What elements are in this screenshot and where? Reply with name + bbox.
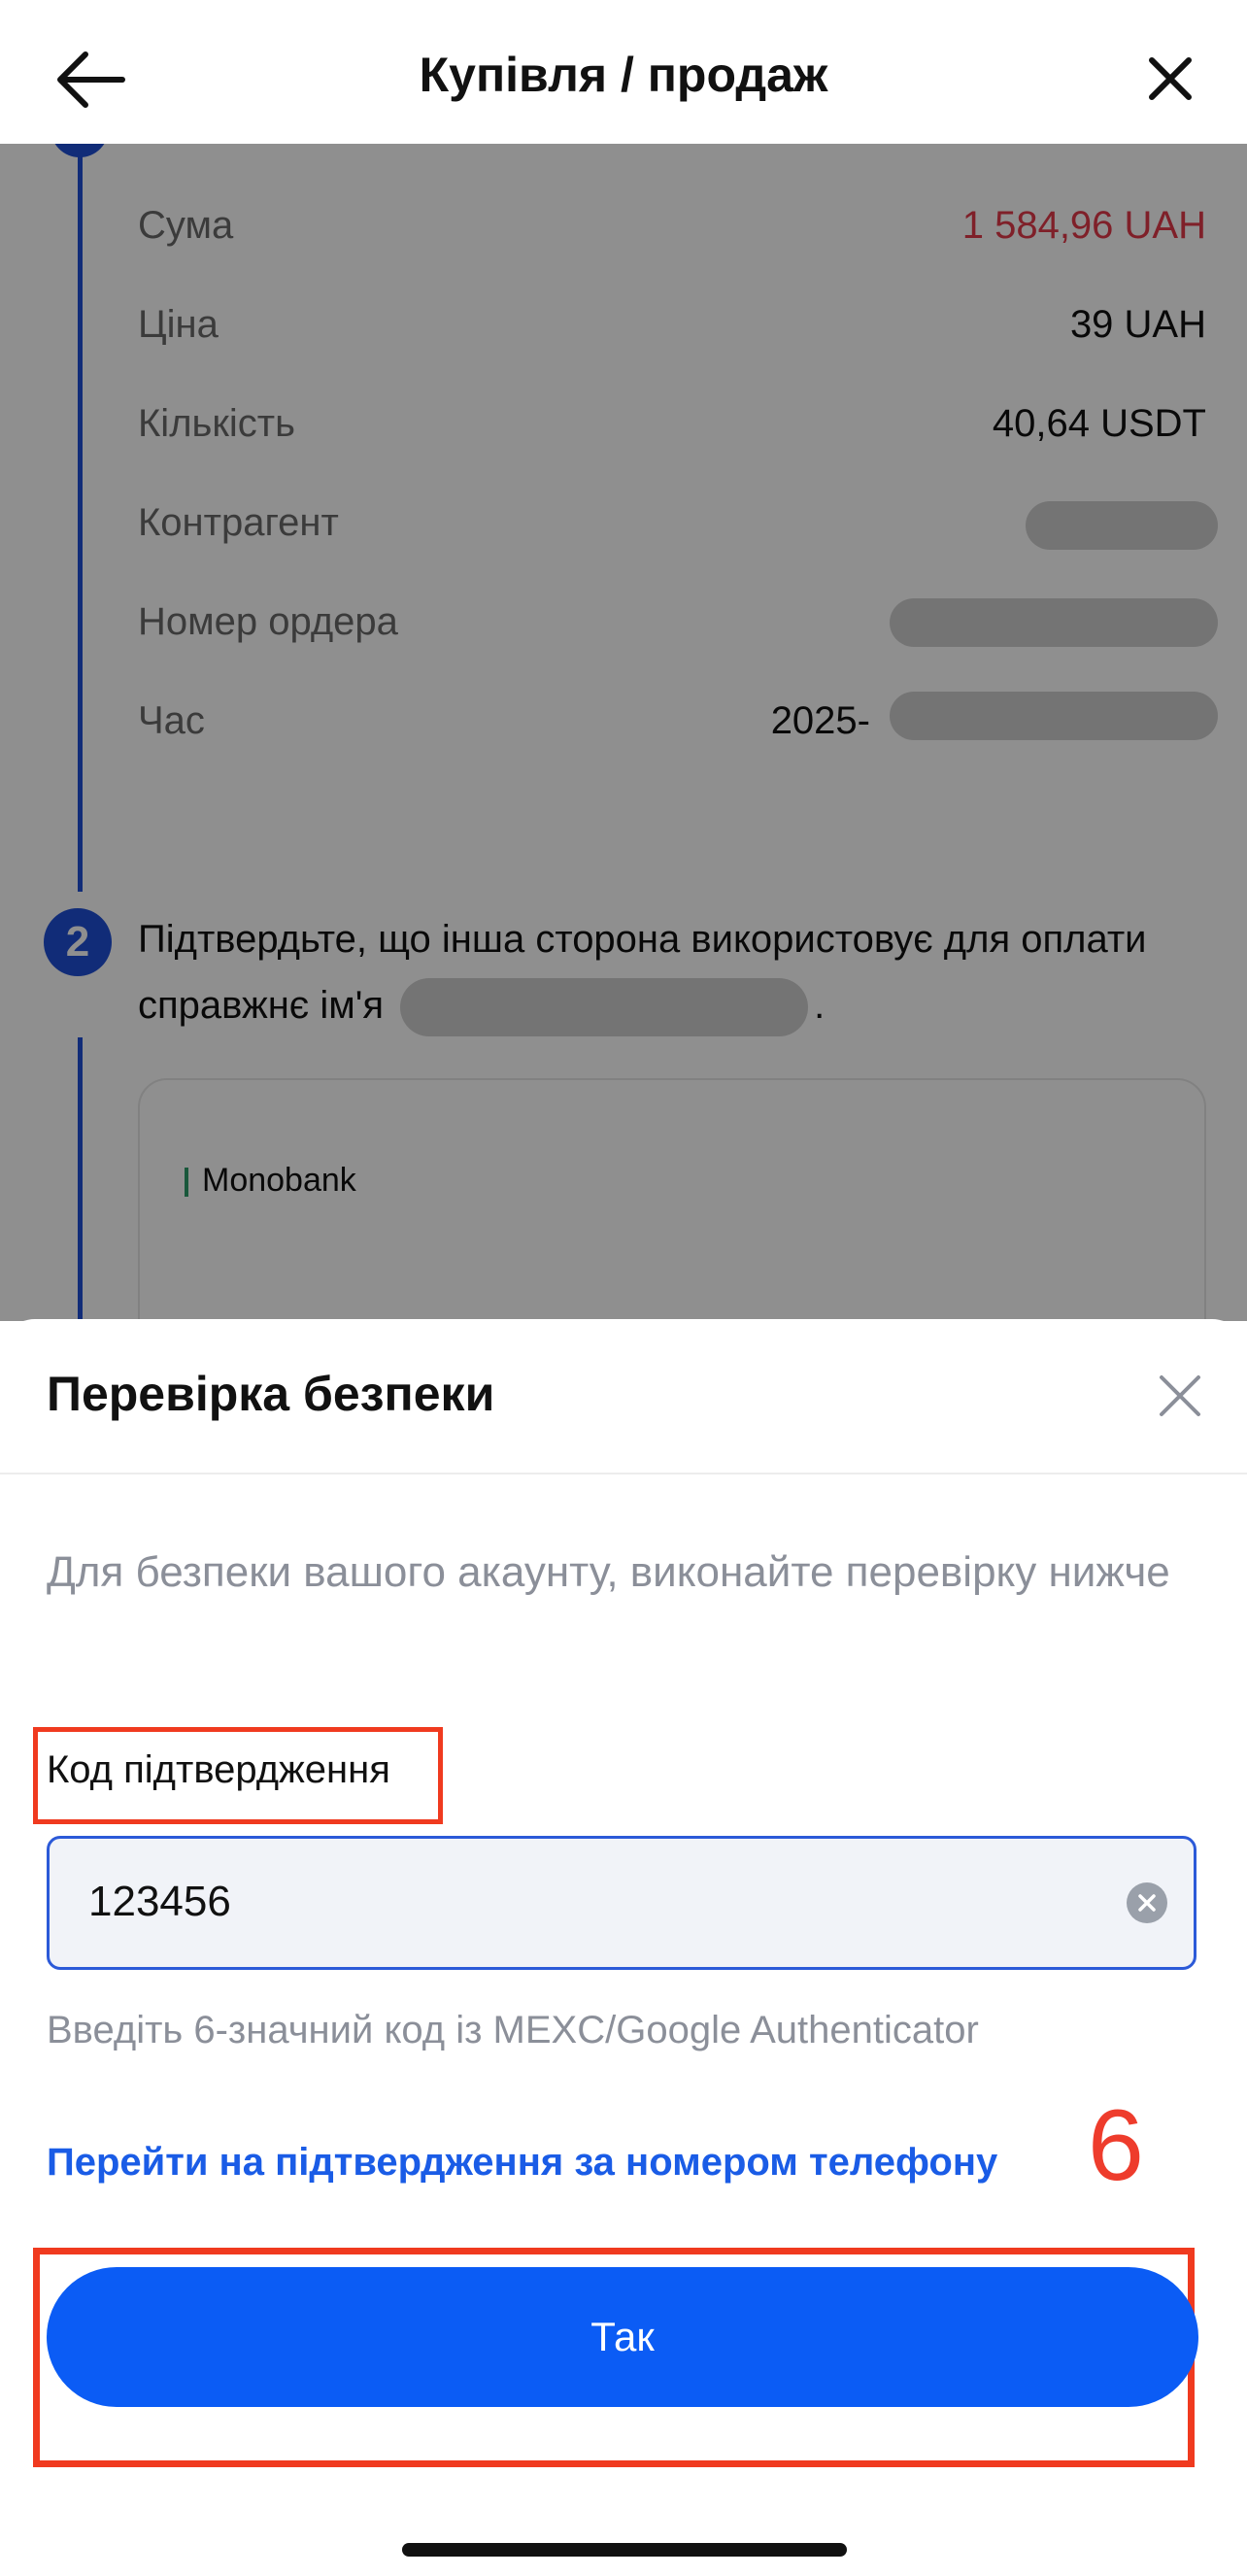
modal-overlay[interactable] — [0, 144, 1247, 1321]
code-hint: Введіть 6-значний код із MEXC/Google Aut… — [47, 2009, 979, 2051]
verification-code-input[interactable]: 123456 — [47, 1836, 1196, 1970]
clear-input-icon[interactable] — [1126, 1881, 1168, 1924]
top-bar: Купівля / продаж — [0, 0, 1247, 144]
confirm-button[interactable]: Так — [47, 2267, 1198, 2407]
security-verification-sheet: Перевірка безпеки Для безпеки вашого ака… — [0, 1319, 1247, 2576]
close-icon[interactable] — [1136, 45, 1204, 113]
sheet-description: Для безпеки вашого акаунту, виконайте пе… — [47, 1548, 1170, 1596]
verification-code-value: 123456 — [88, 1878, 231, 1925]
switch-to-phone-verification-link[interactable]: Перейти на підтвердження за номером теле… — [47, 2141, 997, 2185]
home-indicator — [402, 2543, 847, 2557]
annotation-step-number: 6 — [1088, 2089, 1144, 2202]
close-icon[interactable] — [1156, 1372, 1204, 1420]
sheet-title: Перевірка безпеки — [47, 1367, 495, 1421]
page-title: Купівля / продаж — [419, 48, 828, 102]
verification-code-label: Код підтвердження — [47, 1748, 390, 1791]
